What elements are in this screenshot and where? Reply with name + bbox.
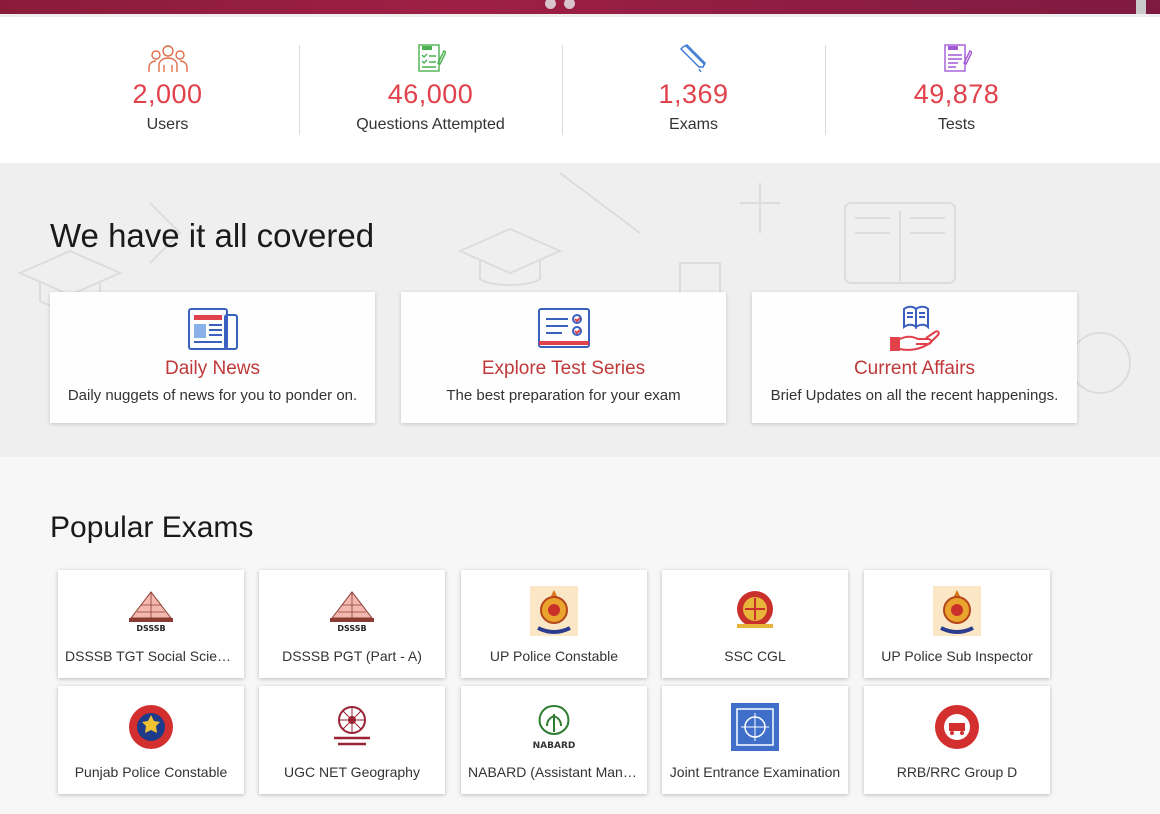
- exam-name: UP Police Sub Inspector: [881, 648, 1033, 664]
- stat-label: Questions Attempted: [356, 116, 505, 133]
- carousel-dot[interactable]: [545, 0, 556, 9]
- ugc-emblem-icon: [326, 702, 378, 752]
- scrollbar-thumb[interactable]: [1136, 0, 1146, 14]
- ssc-emblem-icon: [729, 586, 781, 636]
- up-police-emblem-icon: [931, 586, 983, 636]
- section-heading: We have it all covered: [50, 217, 375, 254]
- stat-label: Users: [146, 116, 189, 133]
- exam-card[interactable]: RRB/RRC Group D: [864, 686, 1050, 794]
- test-checklist-icon: [411, 41, 451, 75]
- dsssb-logo-icon: DSSSB: [125, 586, 177, 636]
- exam-card[interactable]: UGC NET Geography: [259, 686, 445, 794]
- stat-exams: 1,369 Exams: [562, 17, 825, 163]
- card-title: Daily News: [164, 358, 261, 379]
- exam-name: DSSSB PGT (Part - A): [282, 648, 422, 664]
- exam-name: UP Police Constable: [489, 648, 619, 664]
- carousel-dot[interactable]: [564, 0, 575, 9]
- test-series-icon: [536, 304, 592, 352]
- card-description: Daily nuggets of news for you to ponder …: [67, 387, 358, 404]
- exam-name: SSC CGL: [724, 648, 786, 664]
- card-title: Current Affairs: [853, 358, 976, 379]
- daily-news-card[interactable]: Daily News Daily nuggets of news for you…: [50, 292, 375, 423]
- exam-name: Joint Entrance Examination: [669, 764, 841, 780]
- stat-users: 2,000 Users: [36, 17, 299, 163]
- users-icon: [147, 41, 188, 75]
- up-police-emblem-icon: [528, 586, 580, 636]
- carousel-dots: [545, 0, 575, 9]
- exam-card[interactable]: SSC CGL: [662, 570, 848, 678]
- nabard-logo-icon: NABARD: [528, 702, 580, 752]
- card-description: The best preparation for your exam: [446, 387, 681, 404]
- covered-section: We have it all covered Daily News Daily …: [0, 163, 1160, 457]
- exam-name: DSSSB TGT Social Science: [65, 648, 237, 664]
- exam-card[interactable]: Joint Entrance Examination: [662, 686, 848, 794]
- stat-tests: 49,878 Tests: [825, 17, 1088, 163]
- test-sheet-icon: [937, 41, 977, 75]
- exam-name: UGC NET Geography: [284, 764, 420, 780]
- hero-banner-edge: [0, 0, 1160, 14]
- jee-emblem-icon: [729, 702, 781, 752]
- exam-card[interactable]: DSSSB DSSSB PGT (Part - A): [259, 570, 445, 678]
- svg-text:NABARD: NABARD: [533, 741, 576, 751]
- exam-card[interactable]: UP Police Sub Inspector: [864, 570, 1050, 678]
- dsssb-logo-icon: DSSSB: [326, 586, 378, 636]
- stat-label: Tests: [937, 116, 976, 133]
- section-heading: Popular Exams: [50, 511, 254, 544]
- indian-railways-emblem-icon: [931, 702, 983, 752]
- pen-icon: [674, 41, 714, 75]
- svg-text:DSSSB: DSSSB: [337, 624, 366, 633]
- stat-label: Exams: [669, 116, 718, 133]
- punjab-police-emblem-icon: [125, 702, 177, 752]
- test-series-card[interactable]: Explore Test Series The best preparation…: [401, 292, 726, 423]
- exam-name: RRB/RRC Group D: [896, 764, 1018, 780]
- hand-book-icon: [887, 304, 943, 352]
- newspaper-icon: [185, 304, 241, 352]
- exam-card[interactable]: DSSSB DSSSB TGT Social Science: [58, 570, 244, 678]
- card-title: Explore Test Series: [481, 358, 646, 379]
- stat-value: 2,000: [132, 79, 203, 109]
- stat-value: 49,878: [913, 79, 1000, 109]
- stat-value: 1,369: [658, 79, 729, 109]
- stats-bar: 2,000 Users 46,000 Questions Attempted 1…: [0, 17, 1160, 163]
- svg-text:DSSSB: DSSSB: [136, 624, 165, 633]
- exam-card[interactable]: UP Police Constable: [461, 570, 647, 678]
- current-affairs-card[interactable]: Current Affairs Brief Updates on all the…: [752, 292, 1077, 423]
- card-description: Brief Updates on all the recent happenin…: [770, 387, 1059, 404]
- exam-card[interactable]: Punjab Police Constable: [58, 686, 244, 794]
- stat-questions: 46,000 Questions Attempted: [299, 17, 562, 163]
- exam-name: Punjab Police Constable: [74, 764, 228, 780]
- exam-card[interactable]: NABARD NABARD (Assistant Manager): [461, 686, 647, 794]
- stat-value: 46,000: [387, 79, 474, 109]
- exam-name: NABARD (Assistant Manager): [468, 764, 640, 780]
